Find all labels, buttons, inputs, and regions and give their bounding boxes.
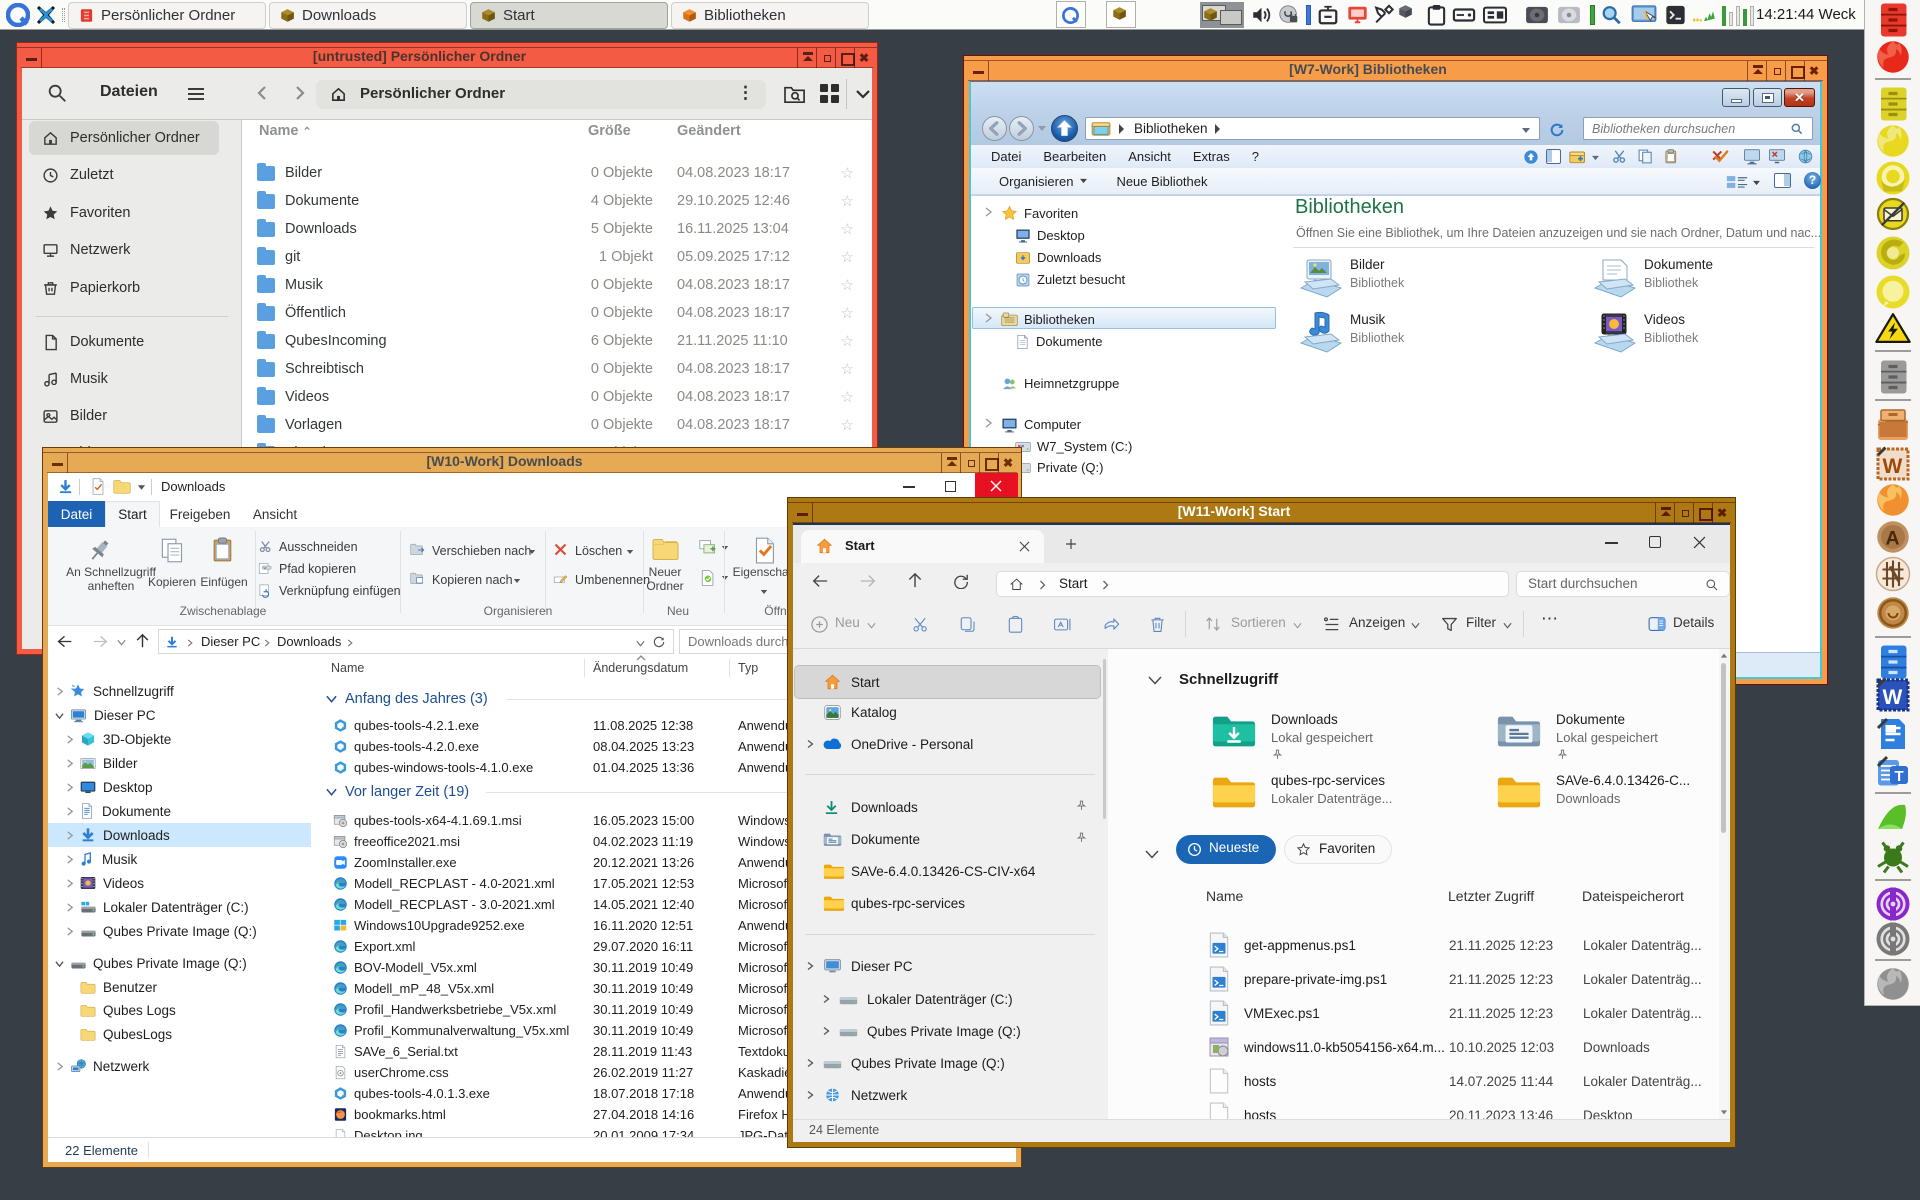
svg-text:W: W	[1883, 686, 1903, 709]
svg-text:W: W	[1883, 455, 1903, 478]
svg-text:A: A	[1886, 528, 1900, 550]
svg-text:W: W	[264, 566, 267, 570]
svg-text:T: T	[1895, 768, 1904, 785]
